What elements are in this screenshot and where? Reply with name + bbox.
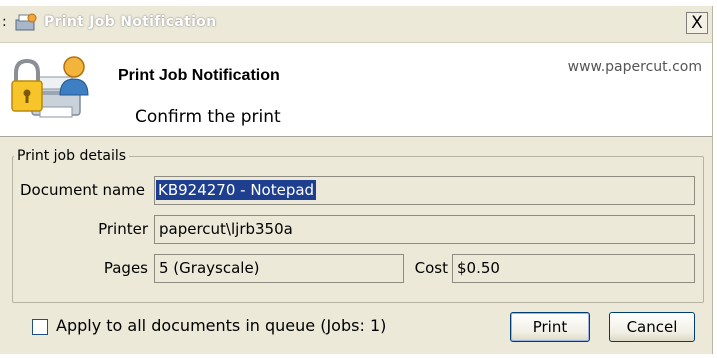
cost-field[interactable]: $0.50	[452, 254, 695, 283]
window-title: Print Job Notification	[44, 14, 217, 30]
cancel-button[interactable]: Cancel	[609, 312, 695, 342]
pages-field[interactable]: 5 (Grayscale)	[154, 254, 404, 283]
header-title: Print Job Notification	[118, 67, 280, 84]
header-subtitle: Confirm the print	[135, 107, 281, 127]
close-icon: X	[691, 13, 703, 33]
print-job-dialog: : Print Job Notification X Print Job Not…	[0, 6, 713, 354]
group-legend: Print job details	[14, 148, 130, 164]
cost-label: Cost	[414, 259, 448, 277]
apply-all-label[interactable]: Apply to all documents in queue (Jobs: 1…	[56, 316, 386, 335]
window-edge-mark: :	[2, 14, 7, 30]
document-name-value: KB924270 - Notepad	[156, 180, 317, 200]
printer-field[interactable]: papercut\ljrb350a	[154, 215, 695, 244]
print-button[interactable]: Print	[510, 312, 590, 342]
printer-app-icon	[15, 13, 37, 31]
papercut-url: www.papercut.com	[567, 59, 702, 75]
dialog-header: Print Job Notification Confirm the print…	[0, 43, 712, 137]
lock-printer-user-icon	[11, 56, 89, 118]
pages-label: Pages	[103, 259, 148, 277]
document-name-field[interactable]: KB924270 - Notepad	[154, 176, 695, 205]
title-bar[interactable]: : Print Job Notification X	[0, 6, 712, 43]
apply-all-checkbox[interactable]	[32, 319, 48, 335]
close-button[interactable]: X	[686, 12, 708, 34]
printer-label: Printer	[98, 220, 148, 238]
document-name-label: Document name	[20, 181, 146, 199]
